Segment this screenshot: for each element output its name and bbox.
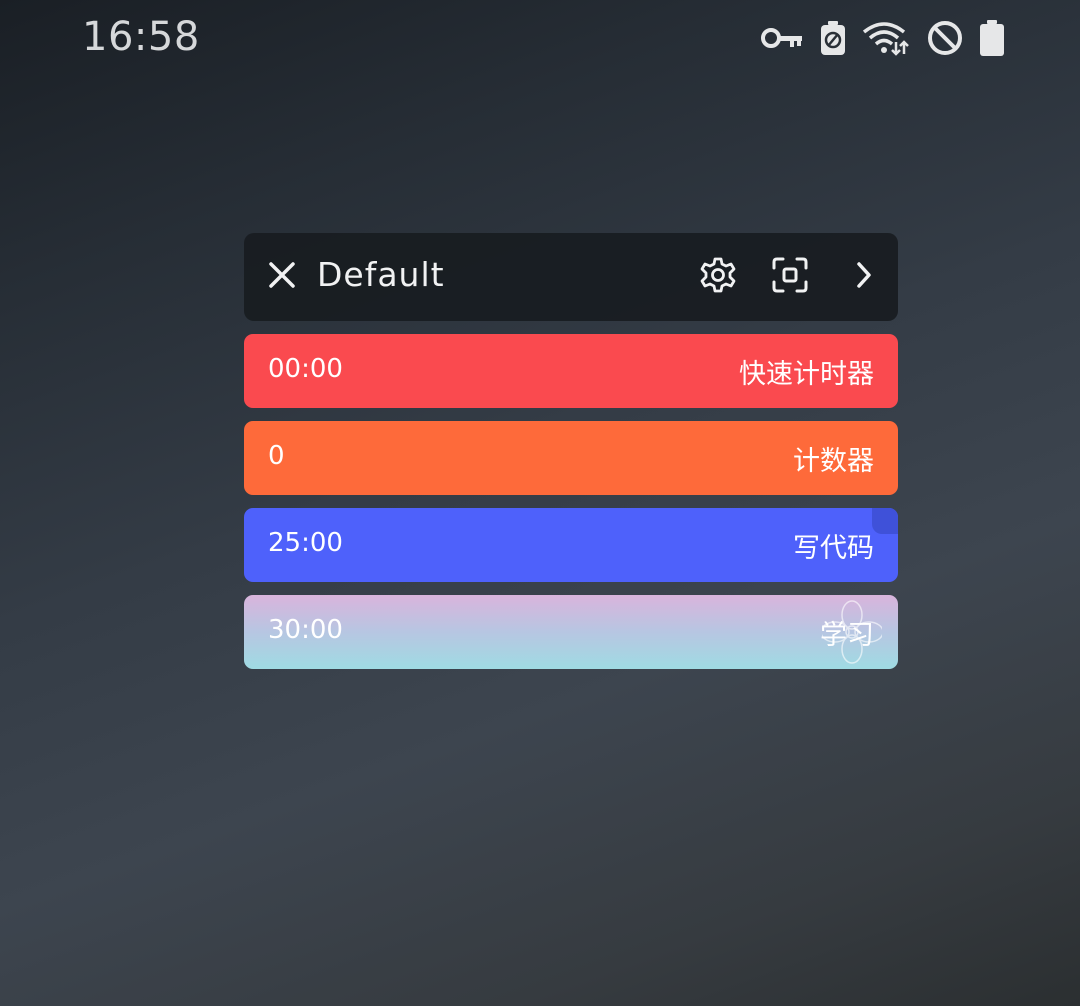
settings-icon bbox=[699, 256, 737, 298]
timer-value: 30:00 bbox=[268, 615, 343, 645]
panel-title: Default bbox=[317, 255, 445, 294]
next-button[interactable] bbox=[844, 257, 884, 297]
chevron-right-icon bbox=[854, 260, 874, 294]
panel-header: Default bbox=[244, 233, 898, 321]
battery-icon bbox=[980, 20, 1004, 56]
timer-value: 25:00 bbox=[268, 528, 343, 558]
vpn-key-icon bbox=[760, 26, 804, 50]
timer-value: 00:00 bbox=[268, 354, 343, 384]
status-icons bbox=[760, 18, 1004, 58]
timer-label: 快速计时器 bbox=[739, 359, 874, 390]
battery-saver-icon bbox=[820, 20, 846, 56]
do-not-disturb-icon bbox=[926, 19, 964, 57]
screenshot-button[interactable] bbox=[770, 257, 810, 297]
timer-row-coding[interactable]: 25:00 写代码 bbox=[244, 508, 898, 582]
timer-label: 写代码 bbox=[793, 533, 874, 564]
close-button[interactable] bbox=[264, 259, 300, 295]
close-icon bbox=[268, 261, 296, 293]
timer-row-counter[interactable]: 0 计数器 bbox=[244, 421, 898, 495]
screenshot-icon bbox=[771, 256, 809, 298]
timer-panel: Default 00:00 快速计时器 0 计数器 25:00 写代码 30:0… bbox=[244, 233, 898, 669]
status-bar: 16:58 bbox=[0, 0, 1080, 80]
corner-tab bbox=[872, 508, 898, 534]
timer-label: 学习 bbox=[820, 620, 874, 651]
status-time: 16:58 bbox=[82, 14, 200, 60]
counter-value: 0 bbox=[268, 441, 285, 471]
timer-row-study[interactable]: 30:00 学习 bbox=[244, 595, 898, 669]
timer-row-quick-timer[interactable]: 00:00 快速计时器 bbox=[244, 334, 898, 408]
settings-button[interactable] bbox=[698, 257, 738, 297]
timer-label: 计数器 bbox=[793, 446, 874, 477]
wifi-icon bbox=[862, 20, 910, 56]
